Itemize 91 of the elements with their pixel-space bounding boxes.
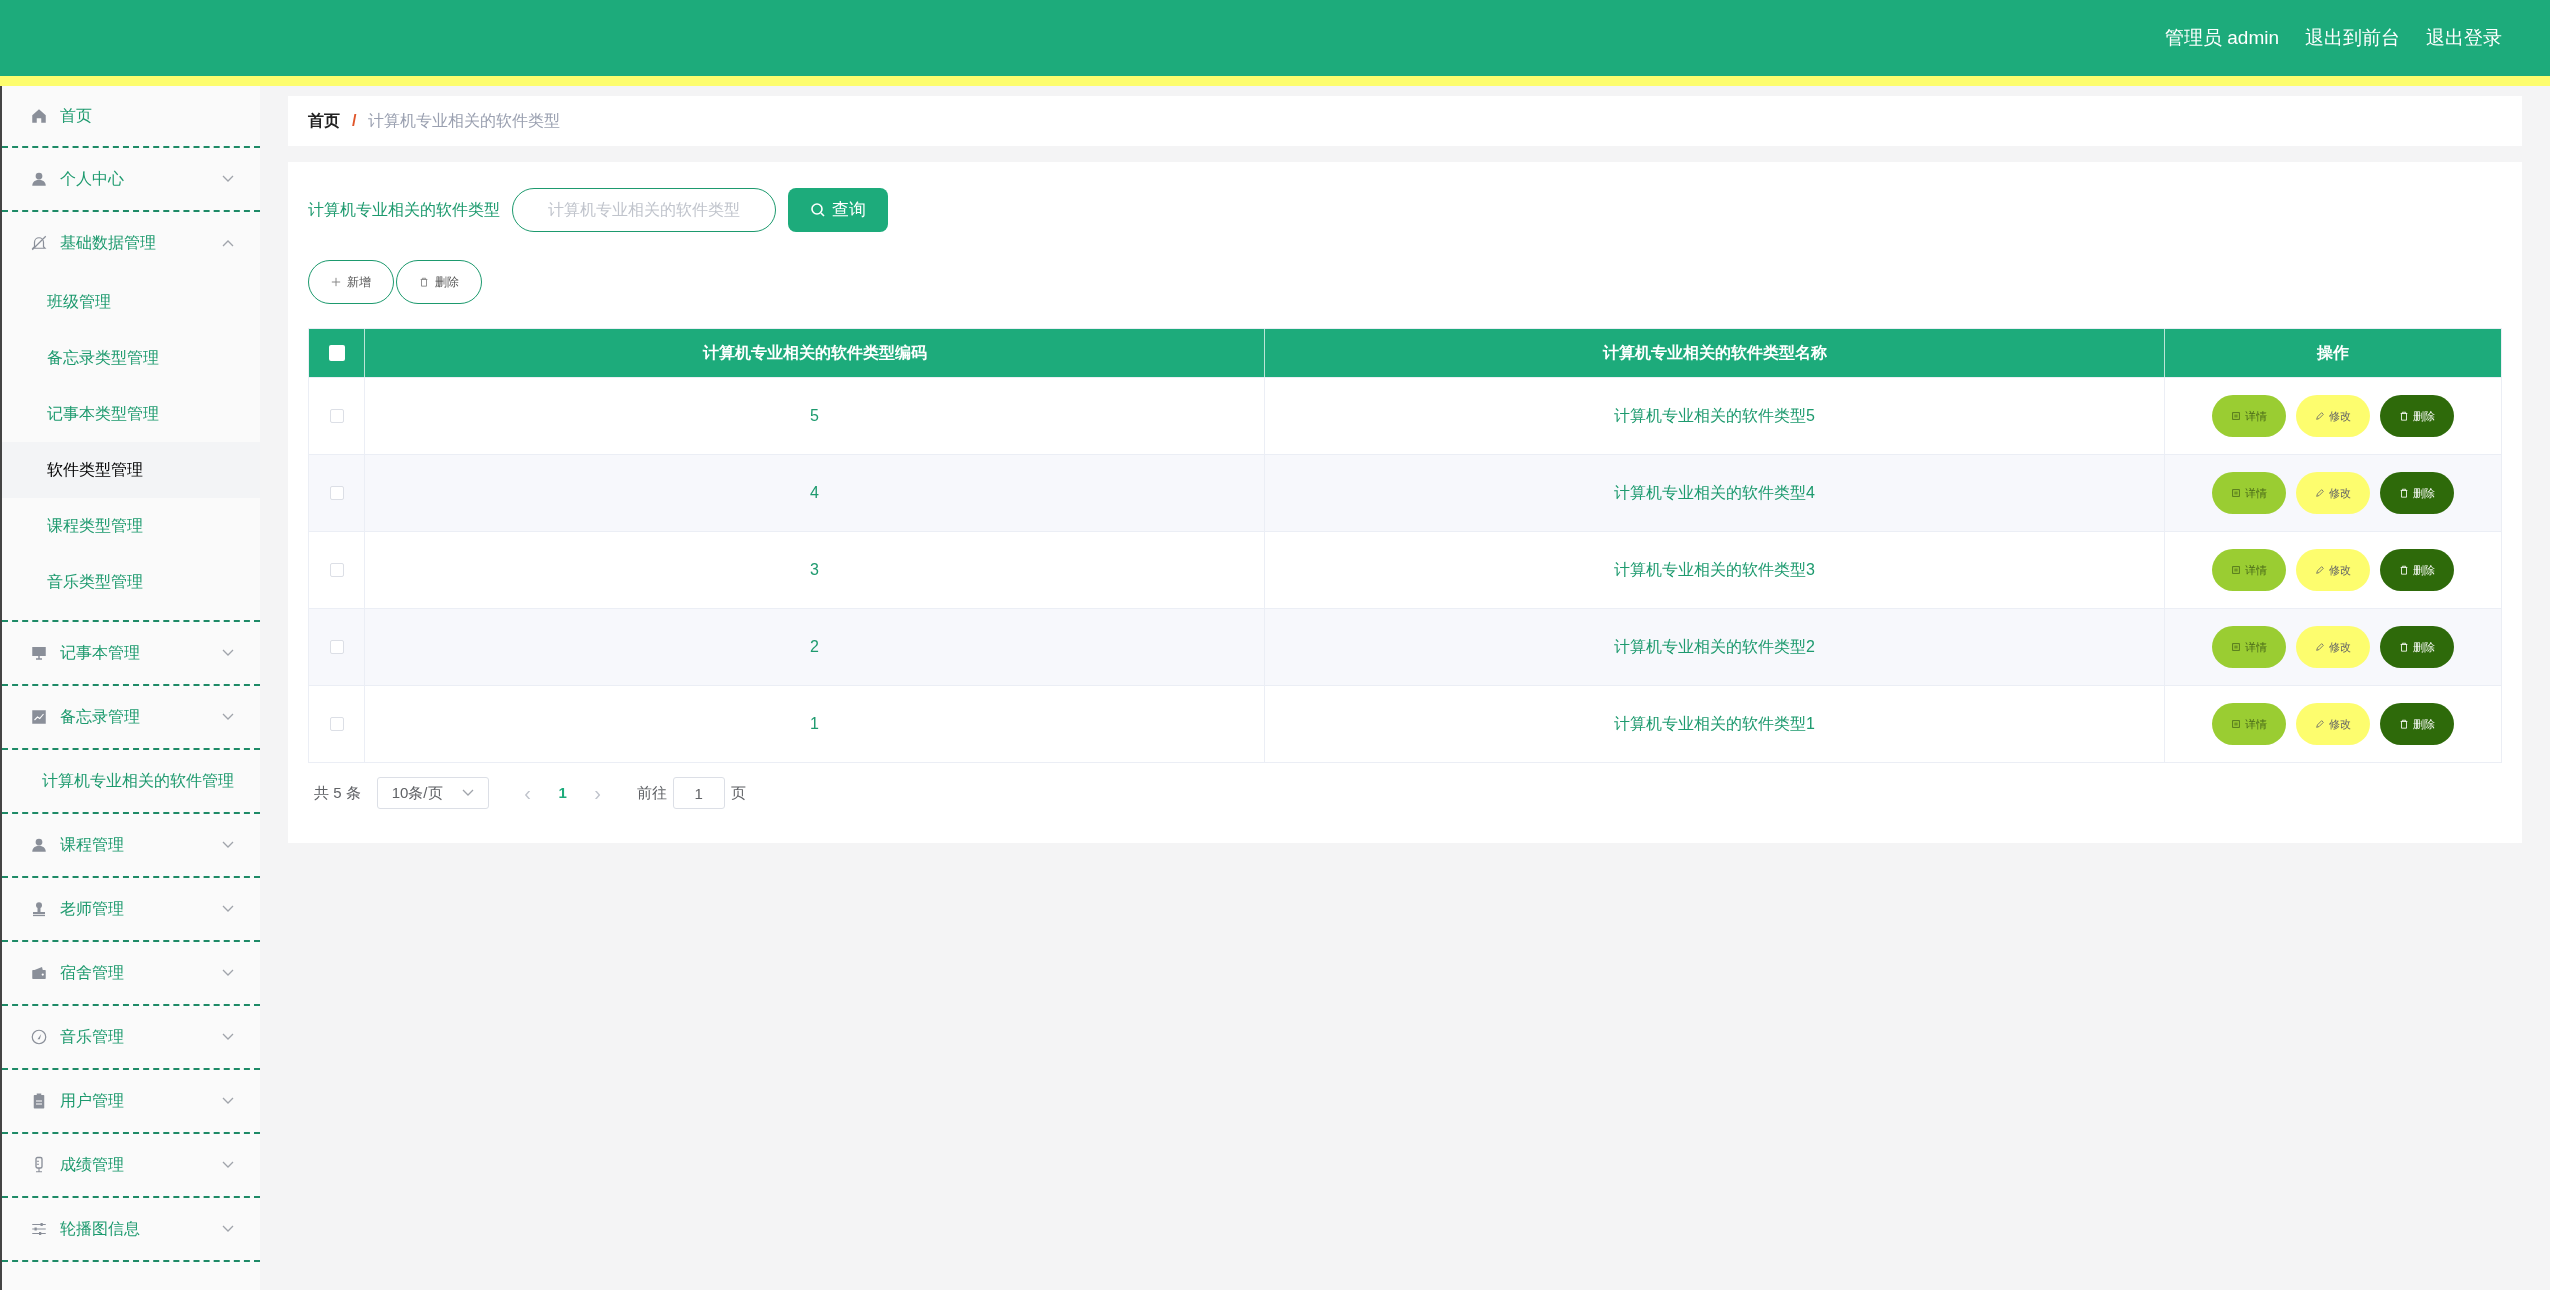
row-checkbox[interactable] [329,563,344,577]
plus-icon [331,277,341,287]
trash-icon [2399,411,2409,421]
select-all-checkbox[interactable] [328,345,345,361]
sidebar-submenu-item[interactable]: 备忘录类型管理 [2,330,260,386]
compass-icon [30,1028,48,1046]
details-button[interactable]: 详情 [2212,549,2286,591]
search-label: 计算机专业相关的软件类型 [308,200,500,220]
document-icon [2231,565,2241,575]
bell-off-icon [30,234,48,252]
edit-button[interactable]: 修改 [2296,472,2370,514]
sidebar-menu-item[interactable]: 课程管理 [2,814,260,876]
trash-icon [2399,488,2409,498]
sidebar-menu-item[interactable]: 计算机专业相关的软件管理 [2,750,260,812]
goto-page-field[interactable]: 1 [672,777,725,809]
goto-label: 前往 [636,782,667,803]
document-icon [2231,719,2241,729]
search-field[interactable]: 计算机专业相关的软件类型 [512,188,776,232]
sidebar-menu-item[interactable]: 老师管理 [2,878,260,940]
sidebar-submenu-item[interactable]: 音乐类型管理 [2,554,260,610]
header-link[interactable]: 退出到前台 [2305,23,2400,53]
trash-icon [2399,565,2409,575]
row-checkbox[interactable] [329,640,344,654]
search-button[interactable]: 查询 [788,188,888,232]
sidebar-menu-item[interactable]: 用户管理 [2,1070,260,1132]
pencil-icon [2315,642,2325,652]
table-cell: 计算机专业相关的软件类型1 [1265,686,2165,762]
sidebar-menu-item[interactable]: 成绩管理 [2,1134,260,1196]
sidebar-menu-item[interactable]: 备忘录管理 [2,686,260,748]
admin-username: 管理员 admin [2164,25,2279,50]
sidebar-submenu-item[interactable]: 课程类型管理 [2,498,260,554]
pencil-icon [2315,488,2325,498]
previous-page-button[interactable]: ‹ [512,778,543,808]
home-icon [30,107,48,125]
edit-button[interactable]: 修改 [2296,549,2370,591]
sidebar-menu-item[interactable]: 轮播图信息 [2,1198,260,1260]
sidebar-submenu-item[interactable]: 记事本类型管理 [2,386,260,442]
sidebar-submenu-item[interactable]: 班级管理 [2,274,260,330]
page-size-select[interactable]: 10条/页 [376,777,489,809]
chevron-down-icon [461,789,474,797]
row-checkbox[interactable] [329,486,344,500]
pencil-icon [2315,411,2325,421]
delete-button[interactable]: 删除 [2380,549,2454,591]
person-icon [30,170,48,188]
details-button[interactable]: 详情 [2212,626,2286,668]
breadcrumb-separator: / [352,111,357,131]
person-icon [30,836,48,854]
total-count: 共 5 条 [314,782,361,803]
sidebar-menu-item[interactable]: 个人中心 [2,148,260,210]
delete-button[interactable]: 删除 [396,260,482,304]
header-link[interactable]: 退出登录 [2426,23,2502,53]
monitor-icon [30,644,48,662]
edit-button[interactable]: 修改 [2296,395,2370,437]
trash-icon [419,277,429,287]
details-button[interactable]: 详情 [2212,395,2286,437]
goto-suffix: 页 [730,782,746,803]
document-icon [2231,488,2241,498]
edit-button[interactable]: 修改 [2296,703,2370,745]
sidebar-menu-item[interactable]: 宿舍管理 [2,942,260,1004]
delete-button[interactable]: 删除 [2380,395,2454,437]
sidebar-menu-item[interactable]: 音乐管理 [2,1006,260,1068]
breadcrumb-current: 计算机专业相关的软件类型 [368,111,561,131]
pencil-icon [2315,719,2325,729]
edit-button[interactable]: 修改 [2296,626,2370,668]
sidebar-menu-item[interactable]: 记事本管理 [2,622,260,684]
next-page-button[interactable]: › [582,778,613,808]
document-icon [2231,642,2241,652]
sidebar-menu-item[interactable]: 基础数据管理 [2,212,260,274]
stamp-icon [30,900,48,918]
chart-icon [30,708,48,726]
details-button[interactable]: 详情 [2212,472,2286,514]
column-header: 操作 [2315,343,2350,363]
sliders-icon [30,1220,48,1238]
table-cell: 1 [365,686,1265,762]
row-checkbox[interactable] [329,717,344,731]
page-number[interactable]: 1 [542,781,583,805]
breadcrumb-link[interactable]: 首页 [308,109,340,133]
add-button[interactable]: 新增 [308,260,394,304]
row-checkbox[interactable] [329,409,344,423]
trash-icon [2399,642,2409,652]
delete-button[interactable]: 删除 [2380,703,2454,745]
document-icon [2231,411,2241,421]
trash-icon [2399,719,2409,729]
delete-button[interactable]: 删除 [2380,472,2454,514]
details-button[interactable]: 详情 [2212,703,2286,745]
delete-button[interactable]: 删除 [2380,626,2454,668]
wallet-icon [30,964,48,982]
sidebar-menu-item[interactable]: 首页 [2,86,260,146]
pencil-icon [2315,565,2325,575]
search-icon [810,202,826,218]
sidebar-submenu-item[interactable]: 软件类型管理 [2,442,260,498]
